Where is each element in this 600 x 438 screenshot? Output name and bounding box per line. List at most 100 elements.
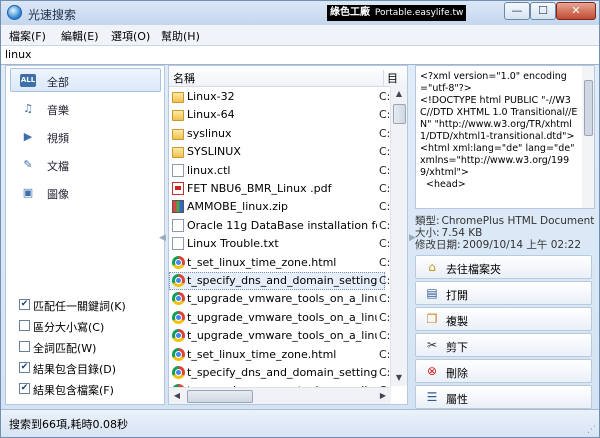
- category-images[interactable]: ▣ 圖像: [10, 180, 161, 204]
- hscroll-thumb[interactable]: [187, 390, 253, 403]
- table-row[interactable]: SYSLINUX C:: [169, 143, 390, 161]
- table-row[interactable]: t_set_linux_time_zone.html C:: [169, 254, 390, 272]
- folder-icon: [172, 110, 184, 122]
- info-date-value: 2009/10/14 上午 02:22: [462, 239, 581, 251]
- checkbox[interactable]: [19, 341, 30, 352]
- chrome-file-icon: [172, 366, 185, 379]
- preview-scrollbar[interactable]: [582, 66, 594, 208]
- file-icon: [172, 163, 184, 177]
- action-label: 刪除: [446, 367, 468, 380]
- preview-scroll-thumb[interactable]: [584, 80, 593, 136]
- zip-file-icon: [172, 200, 184, 214]
- file-name: Linux-64: [187, 108, 235, 122]
- file-name: syslinux: [187, 126, 232, 140]
- menu-options[interactable]: 選項(O): [111, 28, 150, 44]
- file-path: C:: [379, 347, 391, 361]
- folder-icon: [172, 147, 184, 159]
- horizontal-scrollbar[interactable]: ◀ ▶: [169, 387, 391, 404]
- scroll-right-icon[interactable]: ▶: [375, 388, 391, 404]
- music-icon: ♫: [23, 102, 33, 115]
- table-row[interactable]: t_upgrade_vmware_tools_on_a_linux_...C:: [169, 309, 390, 327]
- file-icon: [172, 237, 184, 251]
- table-row[interactable]: FET NBU6_BMR_Linux .pdf C:: [169, 180, 390, 198]
- splitter-left-arrow-icon[interactable]: ◀: [159, 233, 166, 243]
- checkbox[interactable]: ✔: [19, 299, 30, 310]
- category-label: 音樂: [47, 104, 69, 117]
- scissors-icon: ✂: [426, 338, 438, 352]
- option-label: 結果包含檔案(F): [33, 384, 114, 397]
- table-row[interactable]: Oracle 11g DataBase installation for Lin…: [169, 217, 390, 235]
- category-documents[interactable]: ✎ 文檔: [10, 152, 161, 176]
- checkbox[interactable]: ✔: [19, 383, 30, 394]
- action-label: 屬性: [446, 393, 468, 406]
- preview-text: <?xml version="1.0" encoding="utf-8"?> <…: [420, 71, 578, 190]
- option-label: 結果包含目錄(D): [33, 363, 117, 376]
- file-path: C:: [379, 366, 391, 379]
- file-path: C:: [379, 126, 391, 140]
- category-label: 圖像: [47, 188, 69, 201]
- chrome-file-icon: [172, 292, 185, 306]
- table-row[interactable]: AMMOBE_linux.zip C:: [169, 198, 390, 216]
- table-row[interactable]: t_set_linux_time_zone.html C:: [169, 346, 390, 364]
- file-name: Oracle 11g DataBase installation for Lin…: [187, 218, 377, 232]
- title-bar[interactable]: 光速搜索 綠色工廠 Portable.easylife.tw — ☐ ✕: [1, 1, 599, 25]
- column-path-header[interactable]: 目: [383, 70, 398, 86]
- minimize-button[interactable]: —: [504, 2, 530, 20]
- resize-grip-icon[interactable]: ⋰: [587, 425, 596, 435]
- properties-button[interactable]: ☰ 屬性: [415, 385, 592, 409]
- category-video[interactable]: ▶ 視頻: [10, 124, 161, 148]
- cut-button[interactable]: ✂ 剪下: [415, 333, 592, 357]
- file-path: C:: [379, 310, 391, 324]
- table-row[interactable]: syslinux C:: [169, 125, 390, 143]
- delete-button[interactable]: ⊗ 刪除: [415, 359, 592, 383]
- table-row[interactable]: Linux-64 C:: [169, 106, 390, 124]
- search-input[interactable]: [5, 47, 565, 62]
- category-label: 視頻: [47, 132, 69, 145]
- file-name: Linux Trouble.txt: [187, 237, 279, 251]
- table-row[interactable]: t_upgrade_vmware_tools_on_a_linux_...C:: [169, 290, 390, 308]
- category-label: 全部: [47, 76, 69, 89]
- vertical-scrollbar[interactable]: ▲ ▼: [390, 86, 407, 386]
- document-icon: ✎: [23, 158, 33, 171]
- close-button[interactable]: ✕: [556, 2, 596, 20]
- table-row[interactable]: Linux Trouble.txt C:: [169, 235, 390, 253]
- category-all[interactable]: ALL 全部: [10, 68, 161, 92]
- column-name-header[interactable]: 名稱: [173, 70, 195, 86]
- file-path: C:: [379, 182, 391, 195]
- file-path: C:: [379, 329, 391, 343]
- scroll-left-icon[interactable]: ◀: [169, 388, 185, 404]
- option-label: 全詞匹配(W): [33, 342, 97, 355]
- file-name: Linux-32: [187, 90, 235, 103]
- option-label: 區分大小寫(C): [33, 321, 105, 334]
- goto-folder-button[interactable]: ⌂ 去往檔案夾: [415, 255, 592, 279]
- action-panel: ⌂ 去往檔案夾 ▤ 打開 ❐ 複製 ✂ 剪下 ⊗ 刪除 ☰ 屬性: [415, 255, 596, 409]
- file-path: C:: [379, 108, 391, 122]
- file-path: C:: [379, 237, 391, 251]
- table-row[interactable]: t_upgrade_vmware_tools_on_a_linux_...C:: [169, 327, 390, 345]
- option-label: 匹配任一關鍵詞(K): [33, 300, 126, 313]
- maximize-button[interactable]: ☐: [530, 2, 556, 20]
- scroll-up-icon[interactable]: ▲: [391, 86, 407, 102]
- info-date-label: 修改日期:: [415, 239, 461, 251]
- file-name: t_specify_dns_and_domain_settings_fo...: [187, 366, 377, 379]
- checkbox[interactable]: ✔: [19, 362, 30, 373]
- file-path: C:: [379, 274, 391, 287]
- scroll-thumb[interactable]: [393, 104, 406, 124]
- table-row[interactable]: linux.ctl C:: [169, 162, 390, 180]
- table-row[interactable]: Linux-32 C:: [169, 88, 390, 106]
- checkbox[interactable]: [19, 320, 30, 331]
- table-row[interactable]: t_specify_dns_and_domain_settings_fo...C…: [169, 272, 390, 290]
- menu-file[interactable]: 檔案(F): [9, 28, 46, 44]
- menu-help[interactable]: 幫助(H): [161, 28, 200, 44]
- table-row[interactable]: t_specify_dns_and_domain_settings_fo...C…: [169, 364, 390, 382]
- scroll-down-icon[interactable]: ▼: [391, 370, 407, 386]
- menu-edit[interactable]: 編輯(E): [61, 28, 99, 44]
- file-name: SYSLINUX: [187, 145, 241, 159]
- chrome-file-icon: [172, 310, 185, 324]
- file-path: C:: [379, 218, 391, 232]
- category-music[interactable]: ♫ 音樂: [10, 96, 161, 120]
- open-button[interactable]: ▤ 打開: [415, 281, 592, 305]
- folder-open-icon: ⌂: [428, 260, 436, 274]
- watermark-title: 綠色工廠: [330, 7, 370, 18]
- copy-button[interactable]: ❐ 複製: [415, 307, 592, 331]
